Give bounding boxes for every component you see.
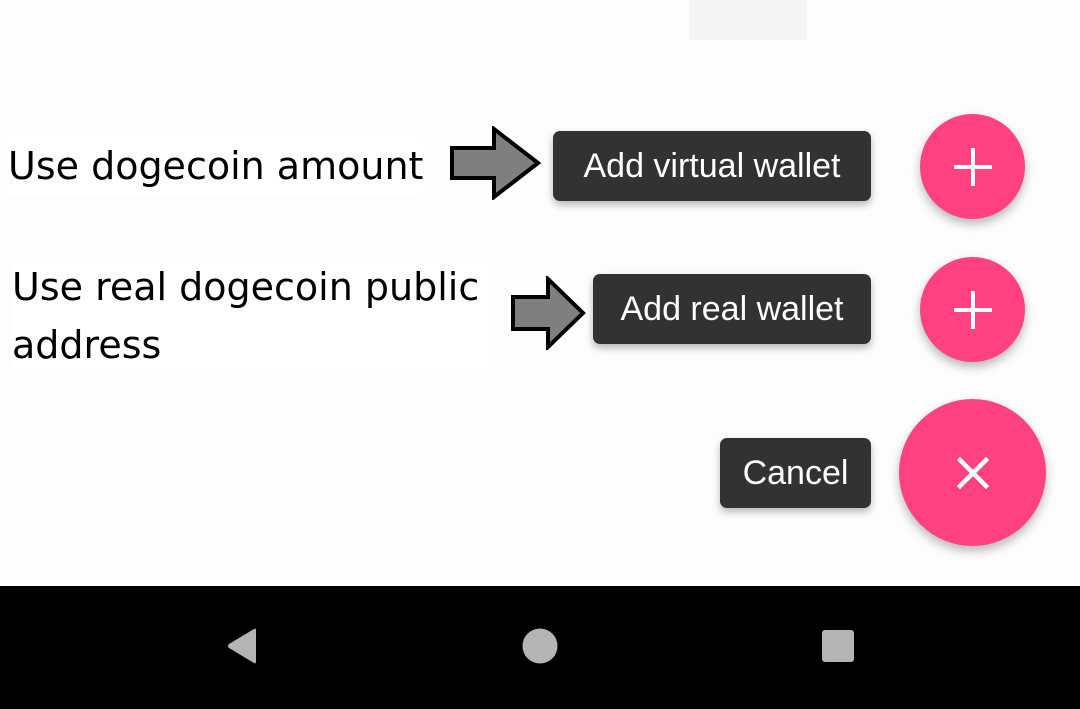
home-circle-icon bbox=[522, 628, 558, 664]
app-screen: Use dogecoin amount Use real dogecoin pu… bbox=[0, 0, 1080, 709]
add-virtual-wallet-text: Add virtual wallet bbox=[583, 146, 841, 185]
close-icon bbox=[956, 456, 989, 489]
add-real-wallet-label[interactable]: Add real wallet bbox=[593, 274, 871, 344]
annotation-virtual-wallet: Use dogecoin amount bbox=[8, 137, 424, 195]
cancel-text: Cancel bbox=[742, 453, 849, 492]
plus-icon bbox=[953, 290, 992, 329]
annotation-real-wallet: Use real dogecoin public address bbox=[12, 258, 488, 374]
annotation-real-text-line1: Use real dogecoin public bbox=[12, 265, 480, 309]
recents-square-icon bbox=[822, 630, 854, 662]
add-virtual-wallet-button[interactable] bbox=[920, 114, 1025, 219]
annotation-arrow-1-icon bbox=[450, 126, 541, 200]
nav-recents-button[interactable] bbox=[808, 616, 868, 676]
add-real-wallet-text: Add real wallet bbox=[620, 289, 844, 328]
navigation-bar bbox=[0, 586, 1080, 709]
nav-home-button[interactable] bbox=[510, 616, 570, 676]
plus-icon bbox=[953, 147, 992, 186]
annotation-real-text-line2: address bbox=[12, 323, 162, 367]
back-triangle-icon bbox=[228, 628, 256, 664]
top-content-fragment bbox=[689, 0, 807, 40]
cancel-fab-button[interactable] bbox=[899, 399, 1046, 546]
cancel-label[interactable]: Cancel bbox=[720, 438, 871, 508]
annotation-virtual-text: Use dogecoin amount bbox=[8, 144, 424, 188]
add-virtual-wallet-label[interactable]: Add virtual wallet bbox=[553, 131, 871, 201]
add-real-wallet-button[interactable] bbox=[920, 257, 1025, 362]
annotation-arrow-2-icon bbox=[511, 276, 586, 350]
nav-back-button[interactable] bbox=[212, 616, 272, 676]
